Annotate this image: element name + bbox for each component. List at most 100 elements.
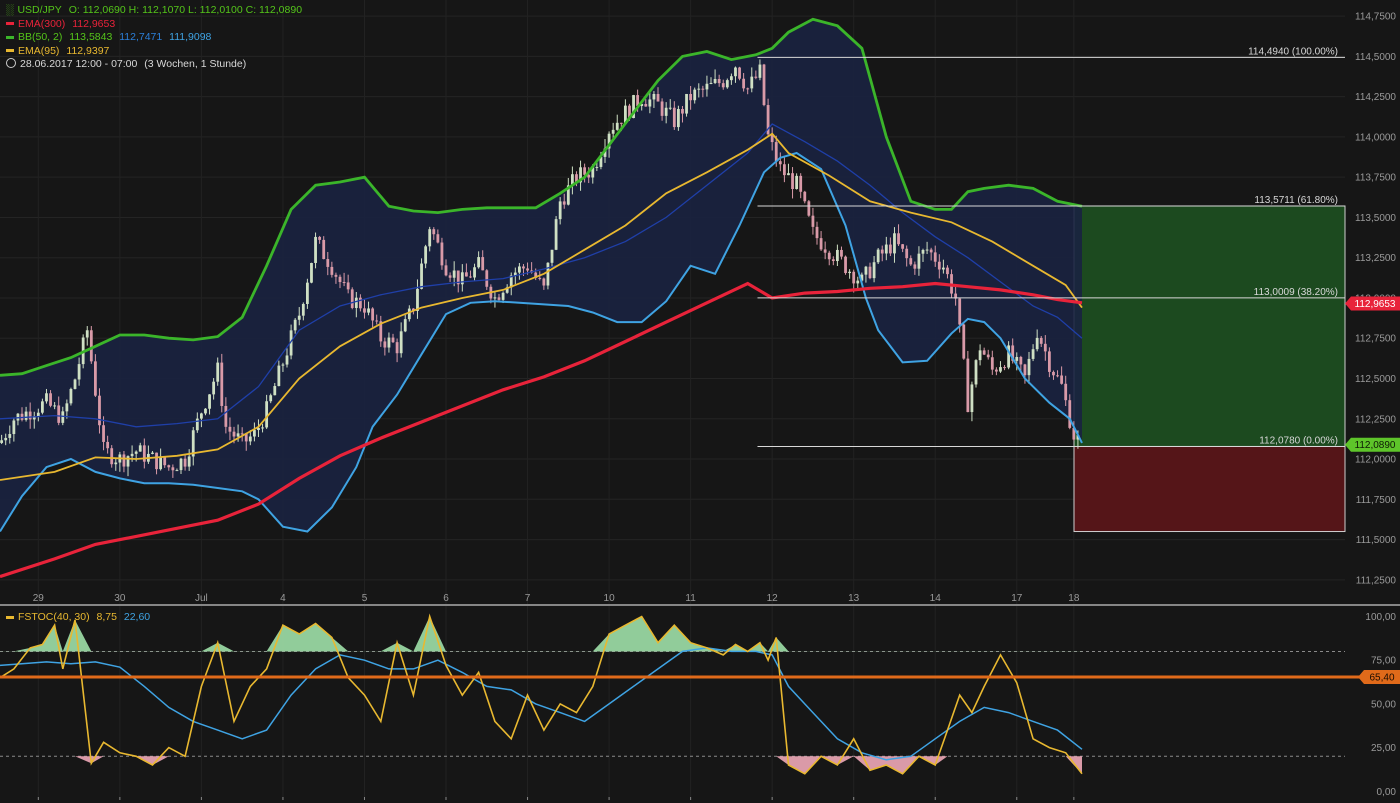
candle-body	[791, 173, 794, 190]
candle-body	[840, 249, 843, 257]
legend-row-ema300[interactable]: EMA(300) 112,9653	[6, 18, 306, 32]
price-tick-label: 113,2500	[1355, 253, 1396, 264]
price-tick-label: 112,5000	[1355, 374, 1396, 385]
candle-body	[905, 248, 909, 259]
candle-body	[371, 308, 375, 321]
fstoc-k-value: 8,75	[96, 611, 117, 623]
ema95-swatch	[6, 49, 14, 53]
ema300-badge-text: 112,9653	[1355, 299, 1396, 310]
candle-body	[375, 320, 379, 322]
candle-body	[322, 239, 326, 260]
candle-body	[656, 93, 660, 102]
candle-body	[958, 298, 962, 325]
stop-loss-box	[1073, 445, 1346, 533]
candle-body	[224, 405, 228, 427]
candle-body	[183, 458, 187, 467]
candle-body	[248, 436, 252, 442]
candle-body	[970, 384, 974, 413]
candle-body	[888, 244, 892, 254]
candle-body	[884, 244, 888, 254]
candle-body	[1052, 371, 1055, 376]
candle-body	[354, 297, 358, 308]
candle-body	[126, 456, 130, 467]
candle-body	[265, 401, 269, 428]
legend-row-ema95[interactable]: EMA(95) 112,9397	[6, 45, 306, 59]
candle-body	[334, 274, 338, 277]
candle-body	[89, 330, 93, 362]
candle-body	[893, 233, 896, 254]
time-tick-label: 29	[33, 593, 45, 604]
candle-body	[762, 64, 766, 106]
candle-body	[729, 76, 733, 81]
osc-tick-label: 0,00	[1377, 787, 1397, 798]
candle-body	[363, 308, 366, 313]
candle-body	[1031, 349, 1035, 359]
price-tick-label: 114,0000	[1355, 132, 1396, 143]
candle-body	[742, 78, 746, 89]
price-chart[interactable]: 114,4940 (100.00%) 113,5711 (61.80%) 113,0…	[0, 0, 1400, 803]
candle-body	[546, 262, 550, 286]
price-tick-label: 112,7500	[1355, 334, 1396, 345]
legend-row-date: 28.06.2017 12:00 - 07:00 (3 Wochen, 1 St…	[6, 58, 306, 72]
candle-body	[403, 319, 407, 332]
osc-tick-label: 25,00	[1371, 743, 1396, 754]
candle-body	[220, 362, 224, 406]
candle-body	[774, 142, 778, 162]
fib-level-label: 113,5711 (61.80%)	[1254, 195, 1338, 206]
fib-level-label: 112,0780 (0.00%)	[1259, 435, 1338, 446]
candle-body	[179, 458, 183, 471]
candle-body	[721, 83, 725, 88]
oversold-fill	[0, 756, 1083, 774]
candle-body	[595, 166, 599, 168]
candle-body	[1056, 375, 1059, 377]
candle-body	[831, 259, 835, 262]
price-tick-label: 111,5000	[1356, 535, 1397, 546]
candle-body	[4, 437, 8, 441]
candle-body	[693, 89, 697, 101]
candle-body	[195, 418, 199, 431]
bb-swatch	[6, 35, 14, 39]
candle-body	[550, 249, 554, 263]
candle-body	[297, 315, 301, 320]
candle-body	[1068, 400, 1072, 428]
date-range-label: 28.06.2017 12:00 - 07:00	[20, 58, 138, 70]
candle-body	[880, 249, 884, 254]
candle-body	[49, 393, 52, 406]
candle-body	[929, 249, 933, 253]
fib-level-label: 114,4940 (100.00%)	[1248, 46, 1338, 57]
candle-body	[619, 122, 623, 124]
candle-body	[807, 201, 811, 216]
candle-body	[481, 257, 485, 271]
candle-body	[367, 308, 370, 313]
candle-body	[314, 236, 317, 263]
candle-body	[57, 405, 61, 423]
fstoc-label: FSTOC(40, 30)	[18, 611, 90, 623]
candle-body	[163, 456, 167, 466]
candle-body	[758, 64, 762, 78]
instrument-ohlc: O: 112,0690 H: 112,1070 L: 112,0100 C: 1…	[68, 4, 303, 16]
candle-body	[811, 215, 815, 227]
candle-body	[1043, 343, 1047, 352]
candle-body	[681, 109, 684, 114]
price-tick-label: 114,5000	[1355, 52, 1396, 63]
candle-body	[852, 271, 856, 284]
candle-body	[293, 319, 297, 331]
candle-body	[399, 331, 403, 354]
oscillator-legend[interactable]: FSTOC(40, 30) 8,75 22,60	[6, 611, 154, 625]
candle-body	[946, 267, 949, 275]
time-tick-label: 10	[604, 593, 616, 604]
candle-body	[277, 365, 281, 387]
time-tick-label: 18	[1068, 593, 1080, 604]
candle-body	[485, 270, 489, 287]
candle-body	[473, 267, 476, 278]
time-tick-label: 4	[280, 593, 286, 604]
candle-body	[1027, 358, 1031, 376]
legend-row-bb[interactable]: BB(50, 2) 113,5843 112,7471 111,9098	[6, 31, 306, 45]
legend-row-instrument[interactable]: ░ USD/JPY O: 112,0690 H: 112,1070 L: 112,…	[6, 4, 306, 18]
candle-body	[122, 454, 126, 467]
ema95-value: 112,9397	[66, 44, 110, 57]
candle-body	[28, 411, 32, 420]
candle-body	[1015, 356, 1019, 361]
candle-body	[130, 453, 134, 457]
candle-body	[1064, 383, 1068, 401]
